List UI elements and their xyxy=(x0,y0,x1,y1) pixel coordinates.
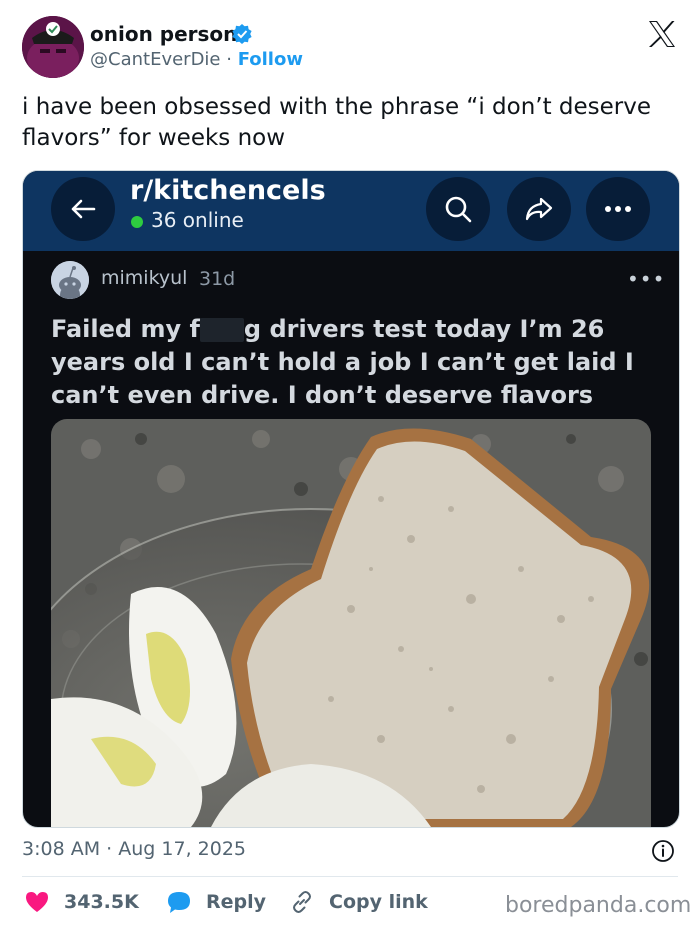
info-icon[interactable] xyxy=(651,839,675,863)
snoo-icon xyxy=(51,261,89,299)
post-age: 31d xyxy=(199,268,236,290)
tweet-text: i have been obsessed with the phrase “i … xyxy=(22,94,652,151)
reply-button[interactable]: Reply xyxy=(166,888,266,916)
tweet-timestamp[interactable]: 3:08 AM · Aug 17, 2025 xyxy=(22,838,246,860)
share-button[interactable] xyxy=(507,177,571,241)
back-button[interactable] xyxy=(51,177,115,241)
tweet-time: 3:08 AM xyxy=(22,838,101,860)
reddit-avatar[interactable] xyxy=(51,261,89,299)
online-indicator xyxy=(131,216,143,228)
post-title: Failed my fg drivers test today I’m 26 y… xyxy=(51,313,651,412)
back-arrow-icon xyxy=(71,199,96,219)
ellipsis-icon xyxy=(605,206,631,212)
tweet-media[interactable]: r/kitchencels 36 online mimikyul 31d •••… xyxy=(22,170,680,828)
separator: · xyxy=(226,49,232,70)
post-username[interactable]: mimikyul xyxy=(101,267,187,289)
subreddit-name[interactable]: r/kitchencels xyxy=(130,175,326,206)
divider xyxy=(22,876,678,877)
separator: · xyxy=(106,838,113,860)
search-icon xyxy=(445,196,472,223)
post-photo[interactable] xyxy=(51,419,651,827)
link-icon xyxy=(293,891,311,913)
like-button[interactable]: 343.5K xyxy=(24,888,139,916)
author-handle[interactable]: @CantEverDie xyxy=(90,49,221,70)
post-title-start: Failed my f xyxy=(51,315,200,343)
reply-label: Reply xyxy=(206,891,267,913)
share-icon xyxy=(525,197,553,221)
copy-link-button[interactable]: Copy link xyxy=(289,888,428,916)
speech-bubble-icon xyxy=(168,892,190,913)
watermark: boredpanda.com xyxy=(505,893,692,918)
reddit-header-bar: r/kitchencels 36 online xyxy=(23,171,679,251)
search-button[interactable] xyxy=(426,177,490,241)
handle-row: @CantEverDie · Follow xyxy=(90,49,303,70)
author-name[interactable]: onion person xyxy=(90,22,237,46)
x-logo-icon[interactable] xyxy=(646,18,678,50)
copy-link-label: Copy link xyxy=(329,891,428,913)
censor-bar xyxy=(199,318,244,342)
more-options-button[interactable] xyxy=(586,177,650,241)
tweet-date: Aug 17, 2025 xyxy=(118,838,246,860)
heart-icon xyxy=(26,892,48,912)
follow-button[interactable]: Follow xyxy=(238,49,303,70)
online-count: 36 online xyxy=(151,208,244,232)
avatar[interactable] xyxy=(22,16,84,78)
like-count: 343.5K xyxy=(64,891,139,913)
verified-badge-icon xyxy=(232,24,252,44)
post-more-button[interactable]: ••• xyxy=(627,267,665,291)
